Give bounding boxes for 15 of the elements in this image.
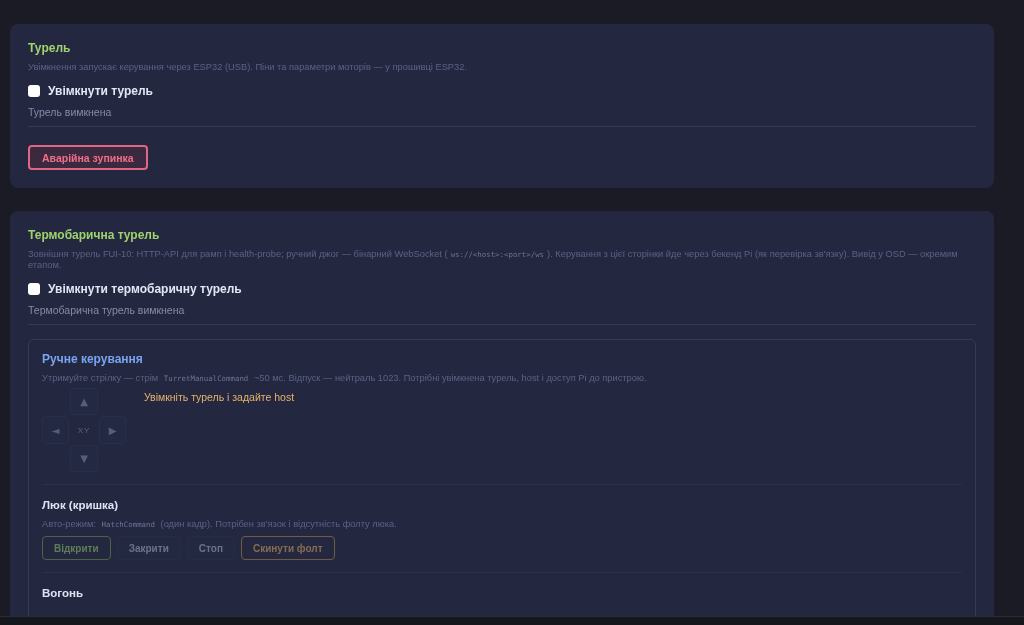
card-title: Термобарична турель (28, 227, 161, 243)
emergency-stop-button[interactable]: Аварійна зупинка (28, 145, 148, 170)
checkbox-label[interactable]: Увімкнути термобаричну турель (48, 282, 242, 296)
status-text: Термобарична турель вимкнена (28, 303, 186, 317)
section-title: Люк (кришка) (42, 498, 120, 513)
panel-title: Ручне керування (42, 351, 144, 367)
checkbox[interactable] (28, 85, 40, 97)
description-text: Увімкнення запускає керування через ESP32 (USB). Піни та параметри моторів — у прошивці ESP32. (28, 62, 468, 73)
section-title: Вогонь (42, 586, 84, 601)
card-title: Турель (28, 40, 72, 56)
checkbox-label[interactable]: Увімкнути турель (48, 84, 153, 98)
warning-message: Увімкніть турель і задайте host (144, 390, 295, 405)
xy-label: XY (76, 424, 92, 437)
checkbox[interactable] (28, 283, 40, 295)
status-text: Турель вимкнена (28, 105, 113, 119)
